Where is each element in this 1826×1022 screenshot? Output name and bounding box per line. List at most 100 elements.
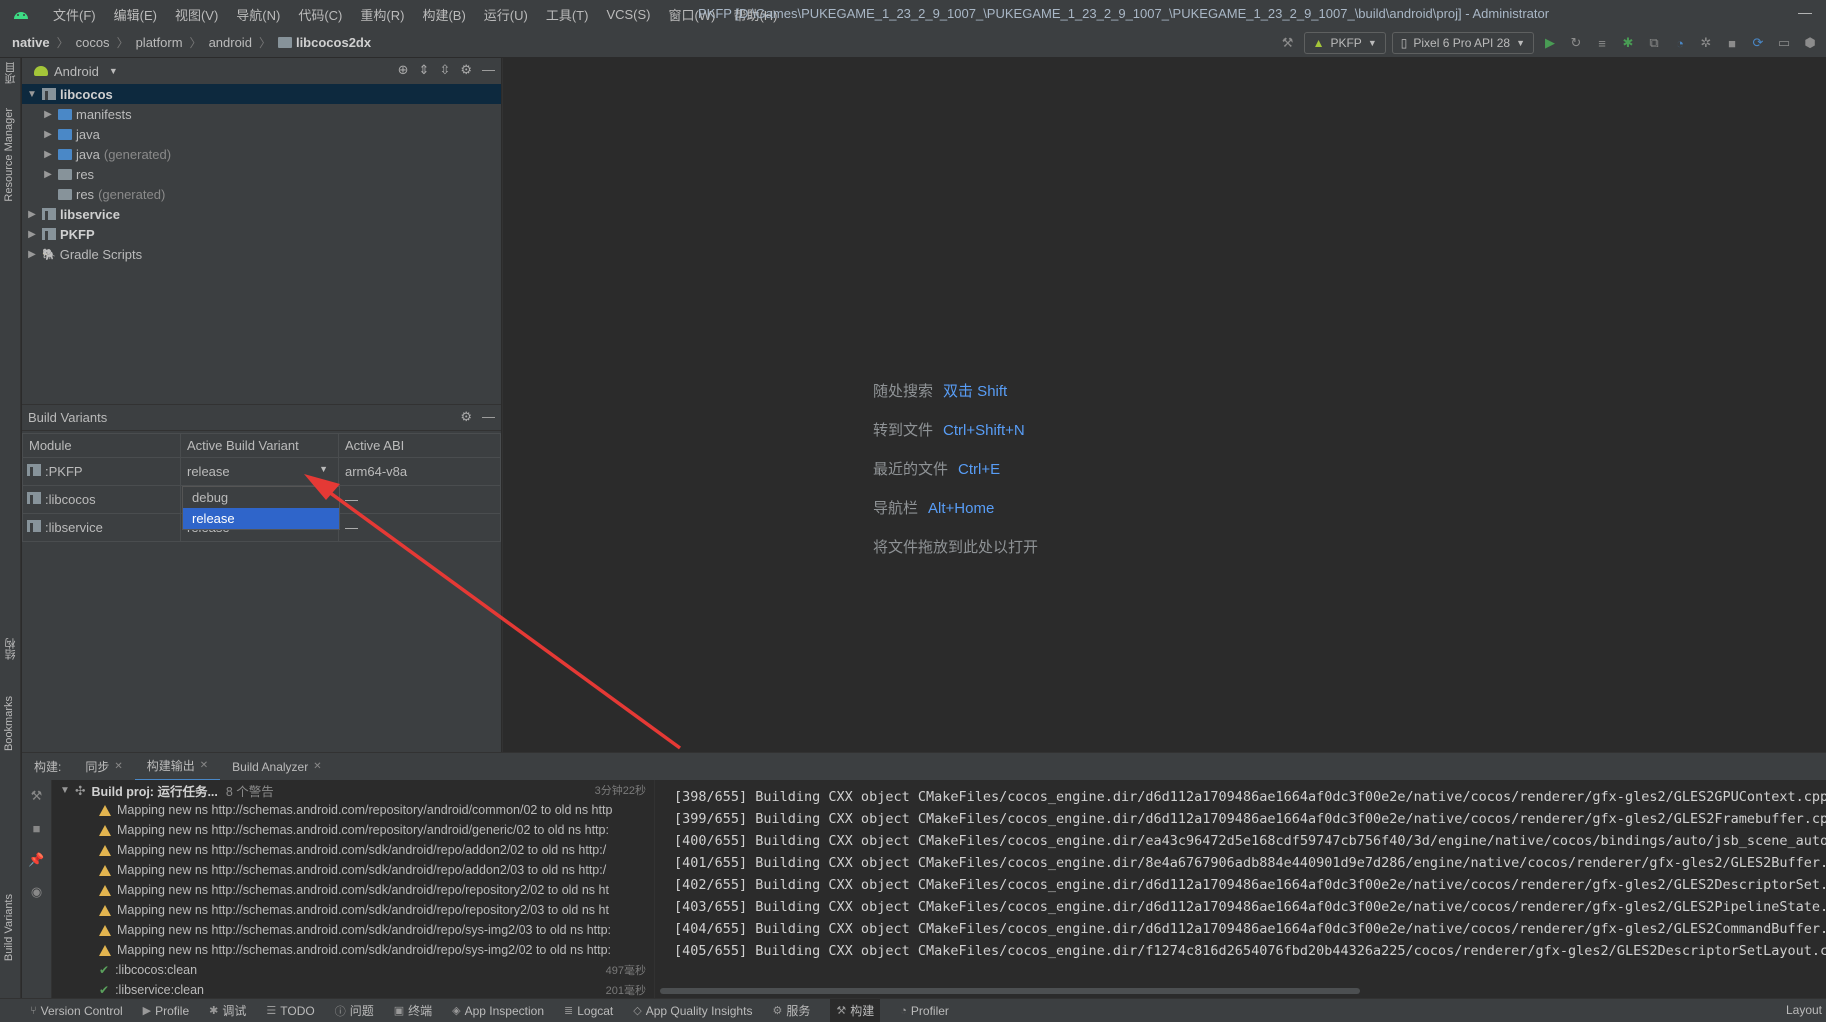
status-tool-button[interactable]: ☰ TODO bbox=[266, 1004, 314, 1018]
dropdown-option-release[interactable]: release bbox=[183, 508, 339, 529]
module-cell[interactable]: :libcocos bbox=[22, 485, 181, 514]
status-tool-button[interactable]: ≣ Logcat bbox=[564, 1004, 613, 1018]
hide-icon[interactable]: — bbox=[482, 62, 495, 78]
menu-item[interactable]: 重构(R) bbox=[351, 5, 413, 24]
close-icon[interactable]: ✕ bbox=[114, 761, 122, 772]
column-header-variant[interactable]: Active Build Variant bbox=[180, 433, 339, 458]
hammer-icon[interactable]: ⚒ bbox=[22, 780, 51, 812]
stop-icon[interactable]: ■ bbox=[1722, 33, 1742, 53]
close-icon[interactable]: ✕ bbox=[313, 761, 321, 772]
gear-icon[interactable]: ⚙ bbox=[460, 62, 472, 78]
build-message-row[interactable]: ✔:libservice:clean 201毫秒 bbox=[53, 980, 654, 998]
menu-item[interactable]: 代码(C) bbox=[289, 5, 351, 24]
build-message-row[interactable]: Mapping new ns http://schemas.android.co… bbox=[53, 860, 654, 880]
chevron-right-icon[interactable]: ▶ bbox=[26, 229, 38, 240]
chevron-down-icon[interactable]: ▼ bbox=[319, 464, 328, 474]
abi-cell[interactable]: — bbox=[338, 513, 501, 542]
menu-item[interactable]: 运行(U) bbox=[475, 5, 537, 24]
chevron-right-icon[interactable]: ▶ bbox=[42, 109, 54, 120]
build-message-row[interactable]: Mapping new ns http://schemas.android.co… bbox=[53, 940, 654, 960]
status-tool-button[interactable]: ▣ 终端 bbox=[394, 1002, 432, 1019]
tree-item[interactable]: res (generated) bbox=[22, 184, 501, 204]
pin-icon[interactable]: 📌 bbox=[22, 844, 51, 876]
tree-item[interactable]: ▶ java bbox=[22, 124, 501, 144]
chevron-down-icon[interactable]: ▼ bbox=[59, 785, 71, 796]
status-tool-button[interactable]: ⓘ 问题 bbox=[335, 1002, 374, 1019]
menu-item[interactable]: 工具(T) bbox=[537, 5, 598, 24]
menu-item[interactable]: 构建(B) bbox=[413, 5, 474, 24]
horizontal-scrollbar[interactable] bbox=[660, 988, 1360, 994]
build-message-row[interactable]: Mapping new ns http://schemas.android.co… bbox=[53, 920, 654, 940]
layout-inspector-button[interactable]: Layout bbox=[1786, 1003, 1822, 1017]
build-message-row[interactable]: Mapping new ns http://schemas.android.co… bbox=[53, 840, 654, 860]
build-console[interactable]: [398/655] Building CXX object CMakeFiles… bbox=[656, 780, 1826, 998]
apply-changes-icon[interactable]: ↻ bbox=[1566, 33, 1586, 53]
project-view-selector[interactable]: Android bbox=[54, 64, 99, 79]
tab-build-analyzer[interactable]: Build Analyzer ✕ bbox=[220, 753, 333, 781]
column-header-abi[interactable]: Active ABI bbox=[338, 433, 501, 458]
breadcrumb-android[interactable]: android bbox=[209, 35, 252, 50]
device-selector[interactable]: ▯ Pixel 6 Pro API 28 ▼ bbox=[1391, 32, 1534, 54]
breadcrumb-native[interactable]: native bbox=[12, 35, 50, 50]
eye-icon[interactable]: ◉ bbox=[22, 876, 51, 908]
breadcrumb-platform[interactable]: platform bbox=[136, 35, 183, 50]
menu-item[interactable]: 编辑(E) bbox=[105, 5, 166, 24]
column-header-module[interactable]: Module bbox=[22, 433, 181, 458]
locate-icon[interactable]: ⊕ bbox=[398, 62, 409, 78]
status-tool-button[interactable]: ◇ App Quality Insights bbox=[633, 1004, 752, 1018]
run-config-selector[interactable]: ▲ PKFP ▼ bbox=[1303, 32, 1386, 54]
chevron-right-icon[interactable]: ▶ bbox=[42, 149, 54, 160]
module-cell[interactable]: :libservice bbox=[22, 513, 181, 542]
build-variants-tool-button[interactable]: Build Variants bbox=[3, 894, 15, 961]
close-icon[interactable]: ✕ bbox=[200, 760, 208, 771]
build-message-row[interactable]: Mapping new ns http://schemas.android.co… bbox=[53, 820, 654, 840]
hammer-build-icon[interactable]: ⚒ bbox=[1278, 33, 1298, 53]
abi-cell[interactable]: arm64-v8a bbox=[338, 457, 501, 486]
status-tool-button[interactable]: ▶ Profile bbox=[143, 1004, 189, 1018]
debug-icon[interactable]: ✱ bbox=[1618, 33, 1638, 53]
module-cell[interactable]: :PKFP bbox=[22, 457, 181, 486]
chevron-down-icon[interactable]: ▼ bbox=[109, 66, 118, 76]
collapse-all-icon[interactable]: ⇳ bbox=[439, 62, 450, 78]
status-tool-button[interactable]: ⚙ 服务 bbox=[772, 1002, 810, 1019]
attach-debugger-icon[interactable]: ⧉ bbox=[1644, 33, 1664, 53]
device-manager-icon[interactable]: ▭ bbox=[1774, 33, 1794, 53]
tab-sync[interactable]: 同步 ✕ bbox=[73, 753, 134, 781]
chevron-right-icon[interactable]: ▶ bbox=[26, 209, 38, 220]
menu-item[interactable]: 视图(V) bbox=[166, 5, 227, 24]
dropdown-option-debug[interactable]: debug bbox=[183, 487, 339, 508]
gear-icon[interactable]: ⚙ bbox=[460, 409, 472, 425]
menu-item[interactable]: VCS(S) bbox=[597, 7, 659, 22]
tab-build-output[interactable]: 构建输出 ✕ bbox=[134, 753, 221, 781]
tree-item[interactable]: ▶ java (generated) bbox=[22, 144, 501, 164]
menu-item[interactable]: 导航(N) bbox=[227, 5, 289, 24]
breadcrumb-cocos[interactable]: cocos bbox=[76, 35, 110, 50]
sync-gradle-icon[interactable]: ⟳ bbox=[1748, 33, 1768, 53]
project-tool-button[interactable]: 项目 bbox=[3, 62, 19, 84]
expand-all-icon[interactable]: ⇕ bbox=[419, 62, 430, 78]
minimize-button[interactable]: — bbox=[1798, 4, 1812, 20]
bookmarks-tool-button[interactable]: Bookmarks bbox=[3, 696, 15, 751]
build-message-row[interactable]: ✔:libcocos:clean 497毫秒 bbox=[53, 960, 654, 980]
chevron-down-icon[interactable]: ▼ bbox=[26, 89, 38, 100]
resource-manager-tool-button[interactable]: Resource Manager bbox=[3, 108, 15, 202]
status-tool-button[interactable]: ✱ 调试 bbox=[209, 1002, 246, 1019]
build-root-row[interactable]: ▼ ✣ Build proj: 运行任务... 8 个警告 3分钟22秒 bbox=[53, 780, 654, 800]
build-message-row[interactable]: Mapping new ns http://schemas.android.co… bbox=[53, 800, 654, 820]
breadcrumb-libcocos2dx[interactable]: libcocos2dx bbox=[296, 35, 371, 50]
chevron-right-icon[interactable]: ▶ bbox=[42, 129, 54, 140]
variant-cell[interactable]: release ▼ bbox=[180, 457, 339, 486]
tree-item[interactable]: ▶ manifests bbox=[22, 104, 501, 124]
chevron-right-icon[interactable]: ▶ bbox=[26, 249, 38, 260]
sdk-manager-icon[interactable]: ⬢ bbox=[1800, 33, 1820, 53]
hide-icon[interactable]: — bbox=[482, 409, 495, 425]
stop-icon[interactable]: ■ bbox=[22, 812, 51, 844]
status-tool-button[interactable]: ◈ App Inspection bbox=[452, 1004, 544, 1018]
tree-item[interactable]: ▶ libservice bbox=[22, 204, 501, 224]
status-tool-button[interactable]: ⚒ 构建 bbox=[830, 999, 881, 1022]
profile-icon[interactable]: ◔ bbox=[1670, 33, 1690, 53]
apply-code-changes-icon[interactable]: ≡ bbox=[1592, 33, 1612, 53]
status-tool-button[interactable]: ⑂ Version Control bbox=[30, 1004, 123, 1018]
build-message-row[interactable]: Mapping new ns http://schemas.android.co… bbox=[53, 900, 654, 920]
tree-item[interactable]: ▼ libcocos bbox=[22, 84, 501, 104]
